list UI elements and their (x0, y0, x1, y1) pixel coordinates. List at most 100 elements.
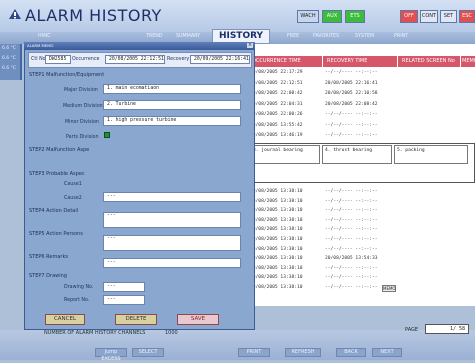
menu-hmic[interactable]: HMIC (38, 34, 51, 39)
off-button[interactable]: OFF (400, 10, 418, 23)
next-button[interactable]: NEXT (372, 348, 402, 357)
table-cell-recovery: --/--/---- --:--:-- (325, 189, 378, 194)
table-cell-occurrence: 20/08/2005 13:38:10 (250, 208, 303, 214)
table-cell-occurrence: 20/08/2005 22:08:42 (250, 91, 303, 96)
save-button[interactable]: SAVE (177, 314, 219, 325)
table-cell-occurrence: 20/08/2005 13:38:10 (250, 237, 303, 242)
table-cell-recovery: --/--/---- --:--:-- (325, 227, 378, 233)
table-cell-recovery: --/--/---- --:--:-- (325, 208, 378, 214)
print-button[interactable]: PRINT (238, 348, 270, 357)
table-cell-recovery: --/--/---- --:--:-- (325, 237, 378, 242)
table-cell-recovery: --/--/---- --:--:-- (325, 112, 378, 117)
table-cell-occurrence: 20/08/2005 13:38:10 (250, 256, 303, 262)
cont-button[interactable]: CONT (420, 10, 438, 23)
step7-label: STEP7 Drawing (29, 273, 67, 279)
table-cell-occurrence: 20/08/2005 13:55:42 (250, 122, 303, 128)
remarks-field[interactable]: --- (103, 258, 241, 268)
back-button[interactable]: BACK (336, 348, 366, 357)
set-button[interactable]: SET (440, 10, 457, 23)
table-cell-occurrence: 20/08/2005 22:12:51 (250, 80, 303, 86)
table-cell-recovery: --/--/---- --:--:-- (325, 198, 378, 204)
option-thrust-bearing[interactable]: 4. thrust bearing (322, 145, 392, 164)
table-cell-occurrence: 20/08/2005 13:38:10 (250, 227, 303, 233)
minor-division-select[interactable]: 1. high pressure turbine (103, 116, 241, 126)
close-icon[interactable]: × (247, 43, 253, 48)
table-cell-occurrence: 20/08/2005 13:38:10 (250, 246, 303, 252)
minor-division-label: Minor Division (65, 120, 99, 125)
option-journal-bearing[interactable]: 3. journal bearing (250, 145, 320, 164)
menu-summary[interactable]: SUMMARY (176, 34, 200, 39)
table-cell-occurrence: 20/08/2005 13:38:10 (250, 285, 303, 290)
report-no-field[interactable]: --- (103, 295, 145, 305)
table-cell-recovery: --/--/---- --:--:-- (325, 122, 378, 128)
menu-free[interactable]: FREE (287, 34, 299, 39)
drawing-no-label: Drawing No. (64, 285, 94, 290)
delete-button[interactable]: DELETE (115, 314, 157, 325)
option-packing[interactable]: 5. packing (394, 145, 468, 164)
table-cell-occurrence: 20/08/2005 22:17:29 (250, 70, 303, 75)
table-cell-occurrence: 20/08/2005 13:38:10 (250, 217, 303, 223)
medium-division-select[interactable]: 2. Turbine (103, 100, 241, 110)
table-cell-occurrence: 20/08/2005 22:04:31 (250, 101, 303, 107)
table-cell-recovery: --/--/---- --:--:-- (325, 285, 378, 290)
medium-division-label: Medium Division (63, 104, 103, 109)
step3-label: STEP3 Probable Aspec (29, 171, 85, 177)
menu-favorites[interactable]: FAVORITES (313, 34, 339, 39)
table-cell-occurrence: 20/08/2005 13:38:10 (250, 275, 303, 281)
action-persons-field[interactable]: --- (103, 235, 241, 251)
alarm-icon (9, 9, 21, 19)
jump-button[interactable]: Jump EXCESS (95, 348, 127, 362)
major-division-label: Major Division (64, 88, 98, 93)
memo-button[interactable]: MEMO (382, 285, 396, 292)
step4-label: STEP4 Action Detail (29, 208, 79, 214)
cancel-button[interactable]: CANCEL (45, 314, 85, 325)
menu-print[interactable]: PRINT (394, 34, 408, 39)
page-label: PAGE (405, 327, 419, 333)
step1-label: STEP1 Malfunction/Equipment (29, 72, 105, 78)
step2-label: STEP2 Malfunction Aspe (29, 147, 90, 153)
column-header[interactable]: OCCURRENCE TIME (248, 56, 322, 67)
table-cell-recovery: --/--/---- --:--:-- (325, 133, 378, 138)
table-cell-recovery: 20/08/2005 13:54:33 (325, 256, 378, 262)
table-cell-occurrence: 20/08/2005 13:38:10 (250, 265, 303, 271)
step5-label: STEP5 Action Persons (29, 231, 83, 237)
table-cell-recovery: --/--/---- --:--:-- (325, 217, 378, 223)
drawing-no-field[interactable]: --- (103, 282, 145, 292)
cause2-label: Cause2 (64, 196, 82, 201)
column-header[interactable]: RECOVERY TIME (323, 56, 397, 67)
page-title: ALARM HISTORY (25, 6, 162, 25)
menu-system[interactable]: SYSTEM (355, 34, 374, 39)
column-header[interactable]: RELATED SCREEN No (398, 56, 460, 67)
column-header[interactable]: MEMO (461, 56, 475, 67)
aux-button[interactable]: AUX (322, 10, 342, 23)
channel-count-value: 1000 (165, 330, 178, 336)
action-detail-field[interactable]: --- (103, 212, 241, 228)
cause1-label: Cause1 (64, 182, 82, 187)
parts-division-label: Parts Division (66, 135, 99, 140)
parts-division-indicator[interactable] (104, 132, 110, 138)
ets-button[interactable]: ETS (345, 10, 365, 23)
table-cell-recovery: 20/08/2005 22:10:58 (325, 91, 378, 96)
report-no-label: Report No. (64, 298, 90, 303)
cause2-select[interactable]: --- (103, 192, 241, 202)
ctl-no-field[interactable]: DW2585 (45, 55, 71, 64)
channel-count-label: NUMBER OF ALARM HISTORY CHANNELS (44, 330, 146, 336)
esc-button[interactable]: ESC (459, 10, 475, 23)
dialog-title: ALARM MEMO (27, 43, 54, 48)
table-cell-occurrence: 20/08/2005 22:00:26 (250, 112, 303, 117)
table-cell-recovery: 20/08/2005 22:08:42 (325, 101, 378, 107)
occurrence-label: Occurrence (72, 57, 100, 62)
page-indicator: 1/ 58 (425, 324, 469, 334)
major-division-select[interactable]: 1. main ecomatiaon (103, 84, 241, 94)
table-cell-occurrence: 20/08/2005 13:38:10 (250, 198, 303, 204)
dialog-title-bar (24, 42, 255, 50)
menu-trend[interactable]: TREND (146, 34, 163, 39)
table-cell-occurrence: 20/08/2005 13:38:10 (250, 189, 303, 194)
select-button[interactable]: SELECT (132, 348, 164, 357)
refresh-button[interactable]: REFRESH (285, 348, 321, 357)
watch-button[interactable]: WACH (297, 10, 319, 23)
occurrence-field[interactable]: 20/08/2005 22:12:51 (105, 55, 165, 64)
status-value: 6.6 °C (2, 56, 16, 61)
table-cell-recovery: --/--/---- --:--:-- (325, 246, 378, 252)
recovery-field[interactable]: 20/09/2005 22:16:41 (190, 55, 250, 64)
